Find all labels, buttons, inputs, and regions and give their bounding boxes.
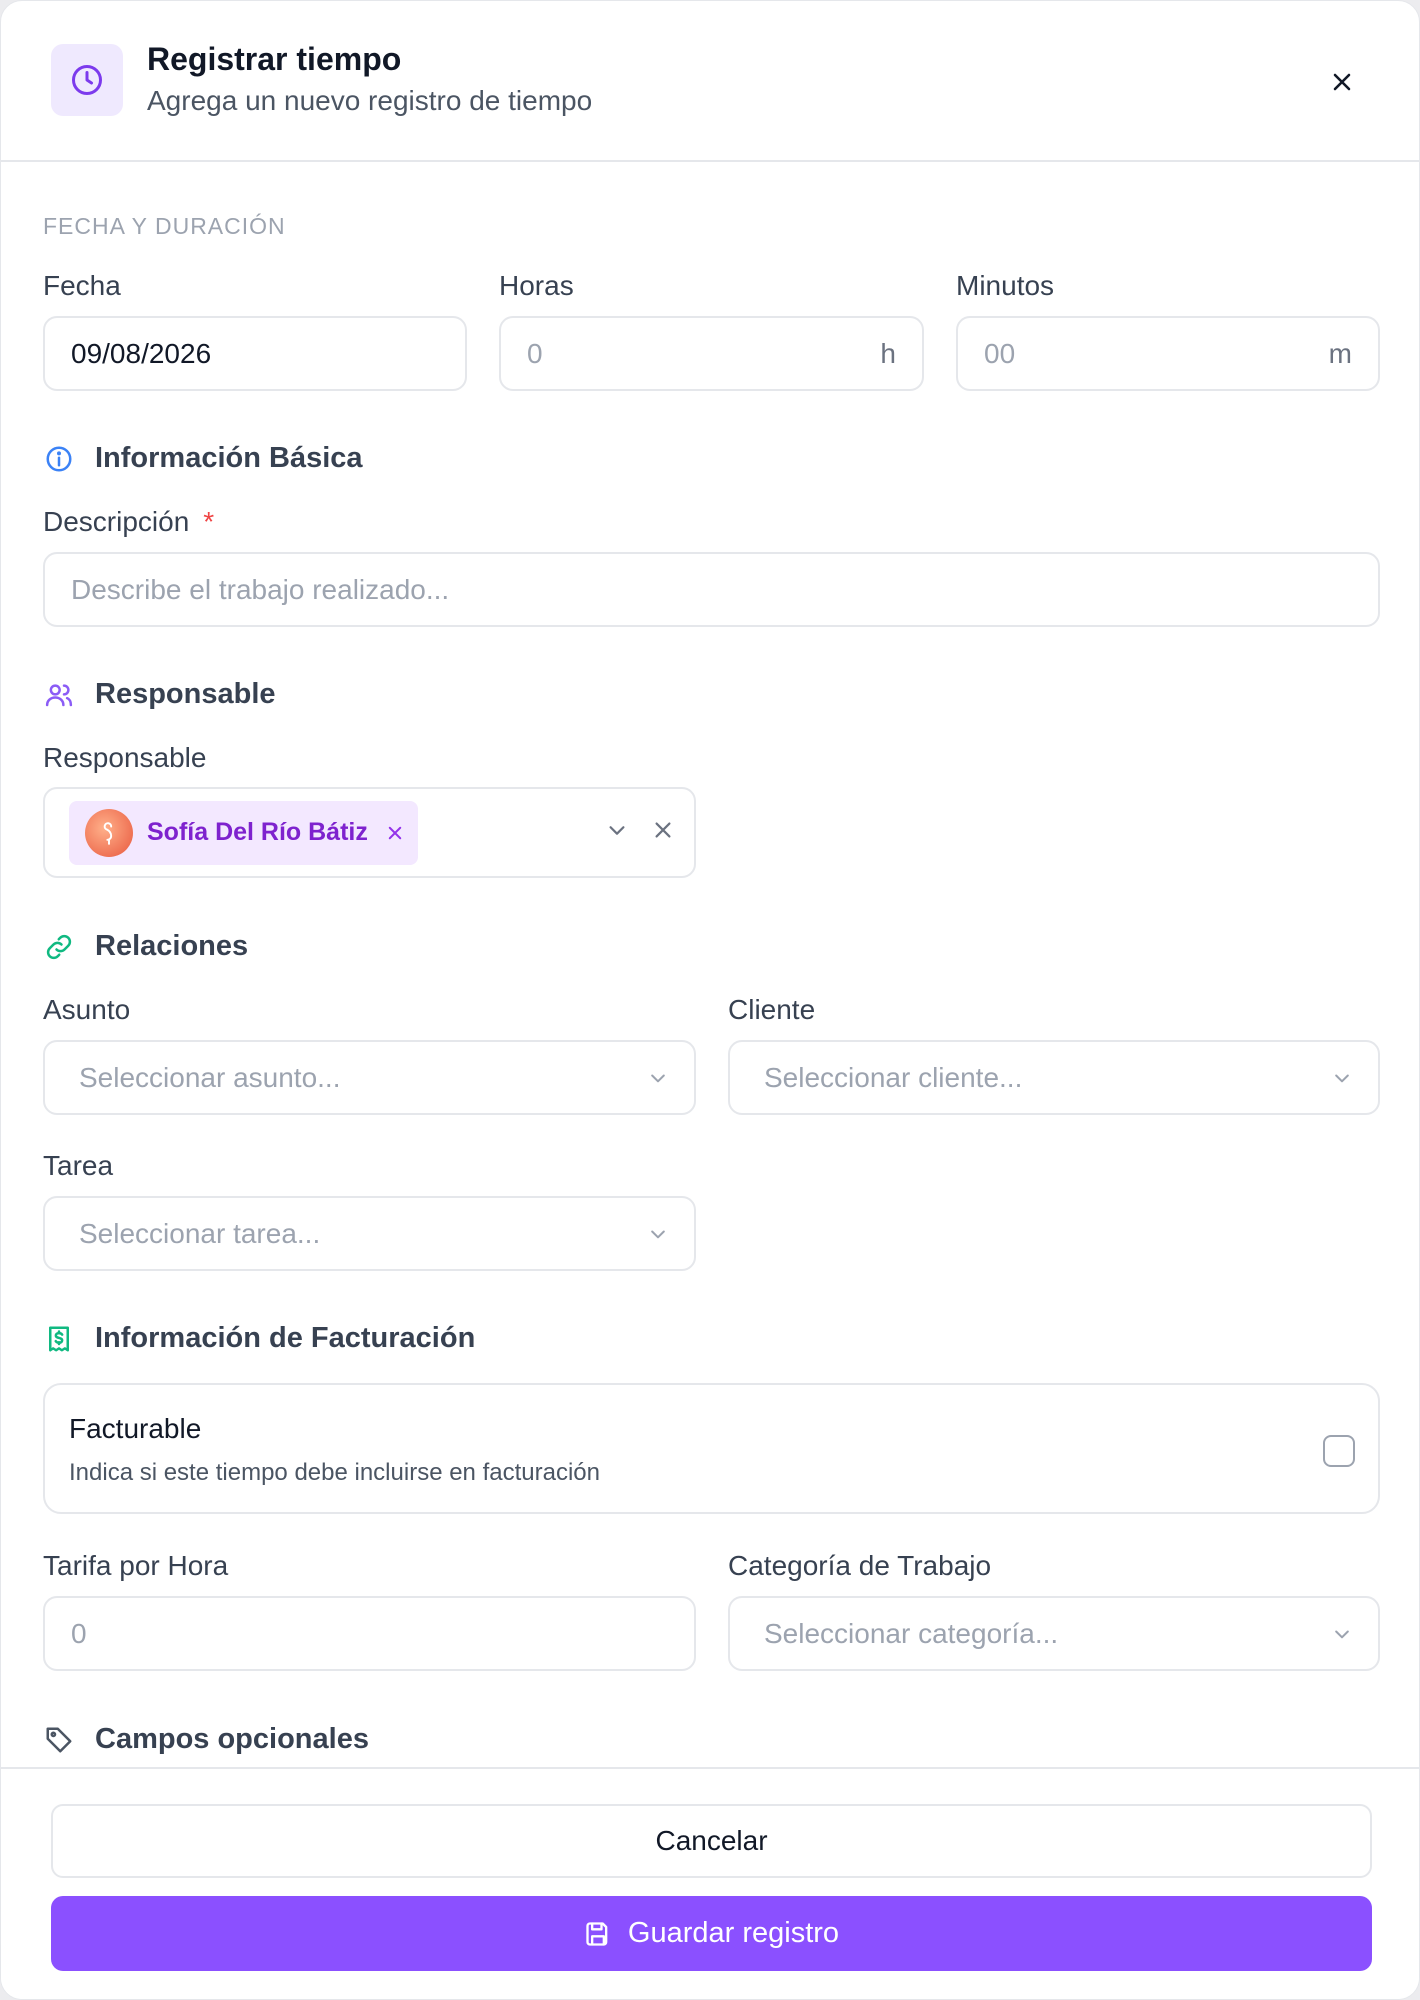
modal-title: Registrar tiempo (147, 41, 402, 77)
minutos-label: Minutos (956, 270, 1055, 301)
cliente-placeholder: Seleccionar cliente... (764, 1061, 1023, 1093)
responsable-label: Responsable (43, 742, 207, 773)
asunto-select[interactable]: Seleccionar asunto... (43, 1040, 696, 1115)
save-button-label: Guardar registro (627, 1917, 840, 1949)
modal-header: Registrar tiempo Agrega un nuevo registr… (1, 1, 1419, 162)
facturable-card[interactable]: Facturable Indica si este tiempo debe in… (43, 1383, 1380, 1514)
users-icon (43, 679, 75, 711)
facturacion-heading: Información de Facturación (43, 1322, 475, 1355)
close-icon (388, 826, 402, 839)
save-button[interactable]: Guardar registro (51, 1896, 1372, 1971)
tarea-placeholder: Seleccionar tarea... (79, 1217, 321, 1249)
close-button[interactable] (1323, 63, 1361, 101)
relaciones-title: Relaciones (95, 930, 249, 962)
responsable-heading: Responsable (43, 678, 276, 711)
fecha-label: Fecha (43, 270, 121, 301)
time-entry-modal: Registrar tiempo Agrega un nuevo registr… (0, 0, 1420, 2000)
descripcion-placeholder: Describe el trabajo realizado... (71, 573, 450, 605)
minutos-placeholder: 00 (984, 337, 1016, 369)
descripcion-label-text: Descripción (43, 506, 190, 537)
chevron-down-icon (1332, 1068, 1352, 1088)
chevron-down-icon (648, 1224, 668, 1244)
chevron-down-icon[interactable] (606, 819, 628, 846)
cliente-label: Cliente (728, 994, 816, 1025)
horas-suffix: h (880, 337, 896, 369)
horas-label: Horas (499, 270, 574, 301)
optional-fields-title: Campos opcionales (95, 1723, 369, 1755)
facturable-checkbox[interactable] (1323, 1435, 1355, 1467)
tarifa-placeholder: 0 (71, 1617, 87, 1649)
responsable-chip-name: Sofía Del Río Bátiz (147, 818, 368, 846)
optional-fields-heading[interactable]: Campos opcionales (43, 1723, 369, 1756)
clear-icon[interactable] (652, 819, 674, 846)
horas-placeholder: 0 (527, 337, 543, 369)
cliente-select[interactable]: Seleccionar cliente... (728, 1040, 1380, 1115)
fecha-value: 09/08/2026 (71, 337, 212, 369)
cancel-button[interactable]: Cancelar (51, 1804, 1372, 1878)
tarifa-label: Tarifa por Hora (43, 1550, 229, 1581)
chevron-down-icon (1332, 1624, 1352, 1644)
section-date-duration-label: FECHA Y DURACIÓN (43, 213, 286, 239)
avatar (85, 808, 133, 857)
tarea-label: Tarea (43, 1150, 114, 1181)
flamingo-icon (103, 821, 113, 845)
responsable-select[interactable]: Sofía Del Río Bátiz (43, 787, 696, 878)
required-mark: * (203, 506, 215, 537)
link-icon (43, 931, 75, 963)
facturacion-title: Información de Facturación (95, 1322, 476, 1354)
receipt-dollar-icon (43, 1323, 75, 1355)
save-icon (586, 1921, 608, 1946)
clock-icon (72, 65, 102, 95)
modal-footer: Cancelar Guardar registro (1, 1767, 1419, 1999)
tag-icon (43, 1724, 75, 1756)
close-icon (1333, 73, 1351, 91)
modal-subtitle: Agrega un nuevo registro de tiempo (147, 85, 593, 116)
asunto-label: Asunto (43, 994, 131, 1025)
tarifa-input[interactable]: 0 (43, 1596, 696, 1671)
categoria-placeholder: Seleccionar categoría... (764, 1617, 1059, 1649)
facturable-description: Indica si este tiempo debe incluirse en … (69, 1459, 600, 1486)
fecha-input[interactable]: 09/08/2026 (43, 316, 467, 391)
descripcion-label: Descripción * (43, 506, 214, 538)
tarea-select[interactable]: Seleccionar tarea... (43, 1196, 696, 1271)
remove-chip-button[interactable] (386, 824, 404, 842)
asunto-placeholder: Seleccionar asunto... (79, 1061, 341, 1093)
relaciones-heading: Relaciones (43, 930, 248, 963)
horas-input[interactable]: 0 h (499, 316, 924, 391)
info-icon (43, 443, 75, 475)
responsable-title: Responsable (95, 678, 276, 710)
basic-info-heading: Información Básica (43, 442, 363, 475)
categoria-select[interactable]: Seleccionar categoría... (728, 1596, 1380, 1671)
categoria-label: Categoría de Trabajo (728, 1550, 992, 1581)
facturable-title: Facturable (69, 1413, 202, 1444)
chevron-down-icon (648, 1068, 668, 1088)
basic-info-title: Información Básica (95, 442, 363, 474)
header-icon-box (51, 44, 123, 116)
select-controls (606, 819, 674, 846)
minutos-input[interactable]: 00 m (956, 316, 1380, 391)
minutos-suffix: m (1328, 337, 1352, 369)
responsable-chip: Sofía Del Río Bátiz (69, 800, 418, 865)
descripcion-input[interactable]: Describe el trabajo realizado... (43, 552, 1380, 627)
